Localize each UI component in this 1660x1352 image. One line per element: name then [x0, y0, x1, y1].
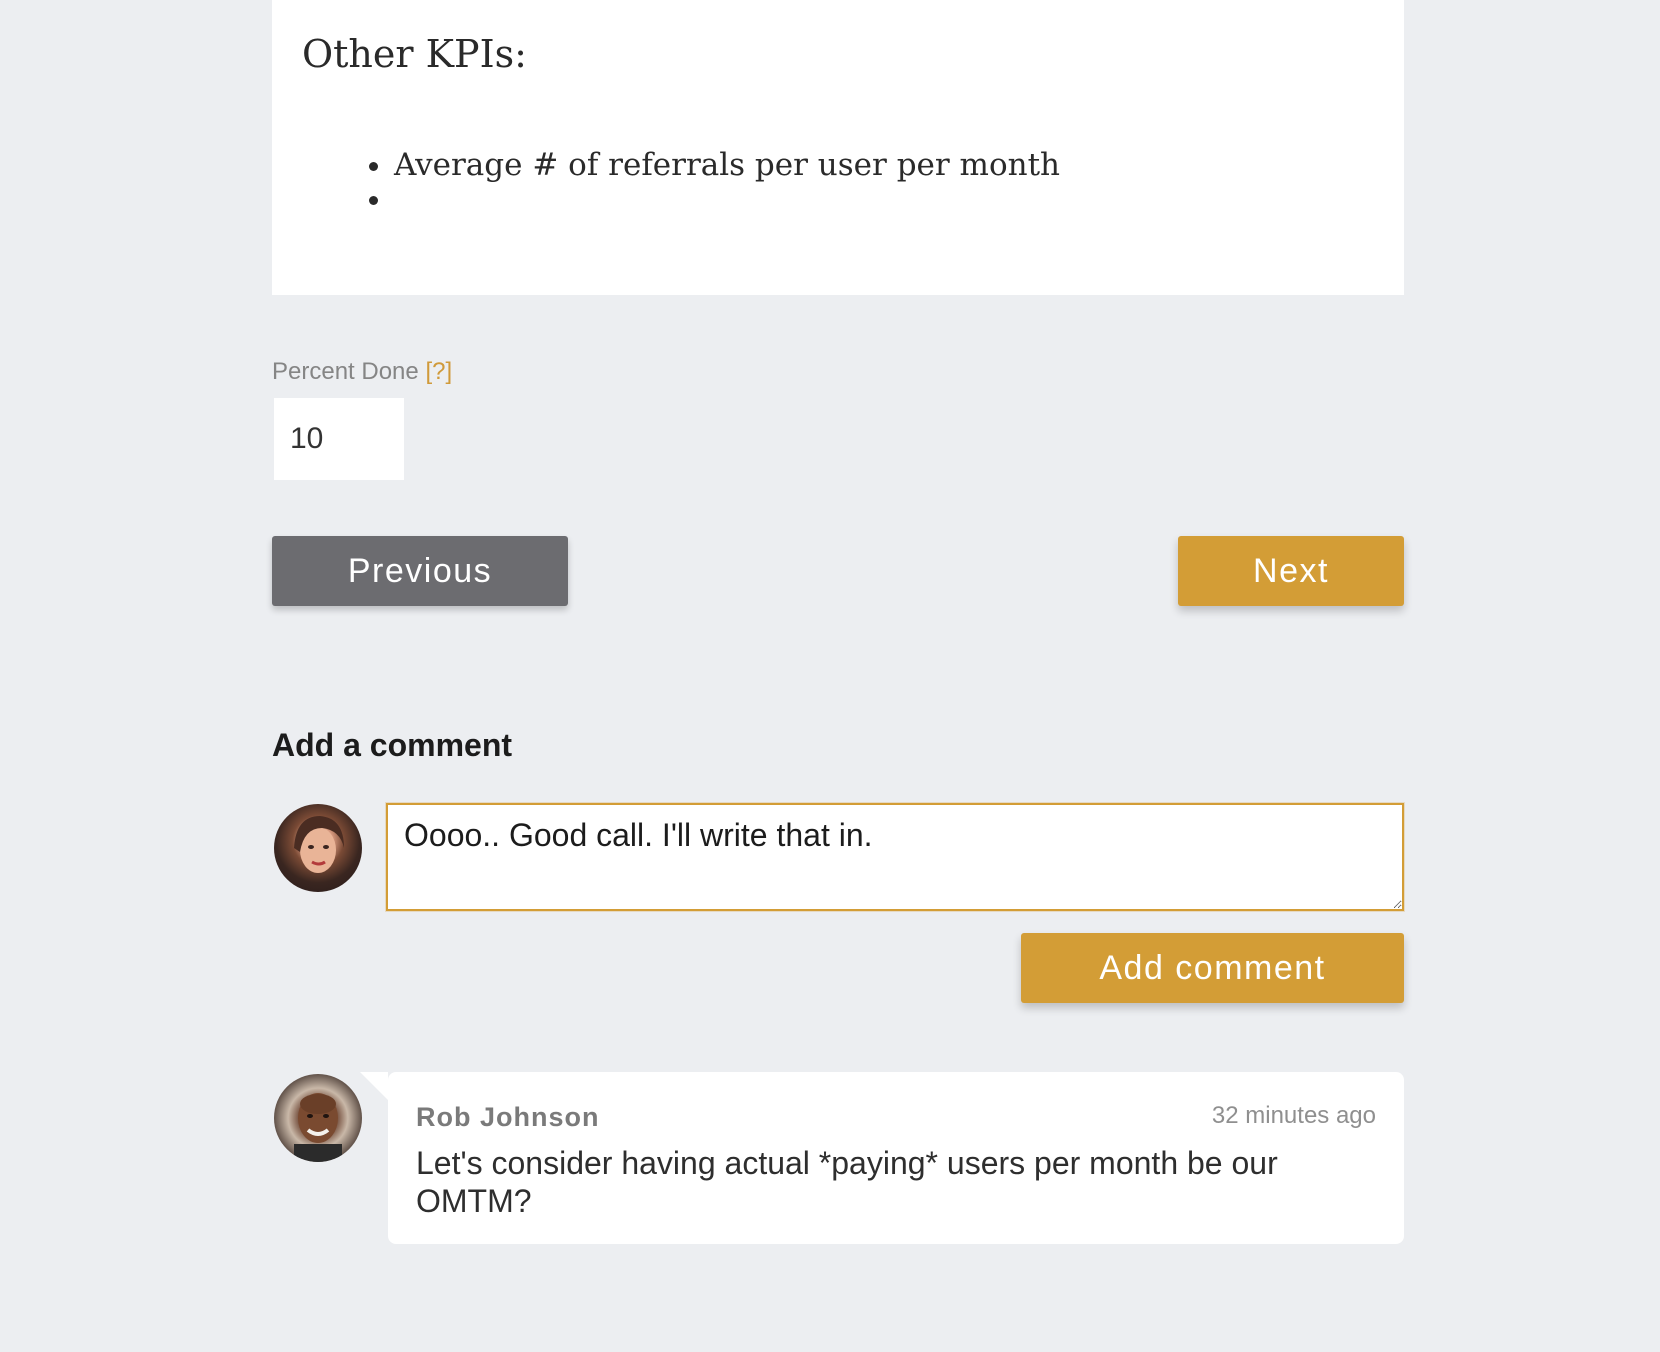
- comment-author[interactable]: Rob Johnson: [416, 1102, 599, 1133]
- current-user-avatar: [274, 804, 362, 892]
- comment-item: Rob Johnson 32 minutes ago Let's conside…: [360, 1072, 1404, 1244]
- comment-timestamp: 32 minutes ago: [1211, 1102, 1376, 1129]
- add-comment-heading: Add a comment: [272, 727, 513, 763]
- add-comment-button[interactable]: Add comment: [1021, 933, 1404, 1003]
- editor-heading: Other KPIs:: [302, 32, 527, 76]
- next-button[interactable]: Next: [1178, 536, 1404, 606]
- percent-done-label-text: Percent Done: [272, 358, 419, 385]
- percent-done-input[interactable]: [274, 398, 404, 480]
- user-avatar-icon: [294, 816, 344, 873]
- comment-textarea[interactable]: Oooo.. Good call. I'll write that in.: [386, 803, 1404, 911]
- percent-done-label: Percent Done [?]: [272, 358, 452, 386]
- commenter-avatar: [274, 1074, 362, 1162]
- user-avatar-icon: [294, 1093, 342, 1162]
- comment-text: Let's consider having actual *paying* us…: [416, 1145, 1278, 1219]
- percent-done-help-link[interactable]: [?]: [425, 358, 452, 385]
- kpi-editor[interactable]: Other KPIs: Average # of referrals per u…: [272, 0, 1404, 295]
- kpi-bullet-item[interactable]: Average # of referrals per user per mont…: [394, 148, 1060, 182]
- previous-button[interactable]: Previous: [272, 536, 568, 606]
- kpi-bullet-list[interactable]: Average # of referrals per user per mont…: [356, 148, 1060, 216]
- kpi-bullet-item-empty[interactable]: [394, 182, 1060, 216]
